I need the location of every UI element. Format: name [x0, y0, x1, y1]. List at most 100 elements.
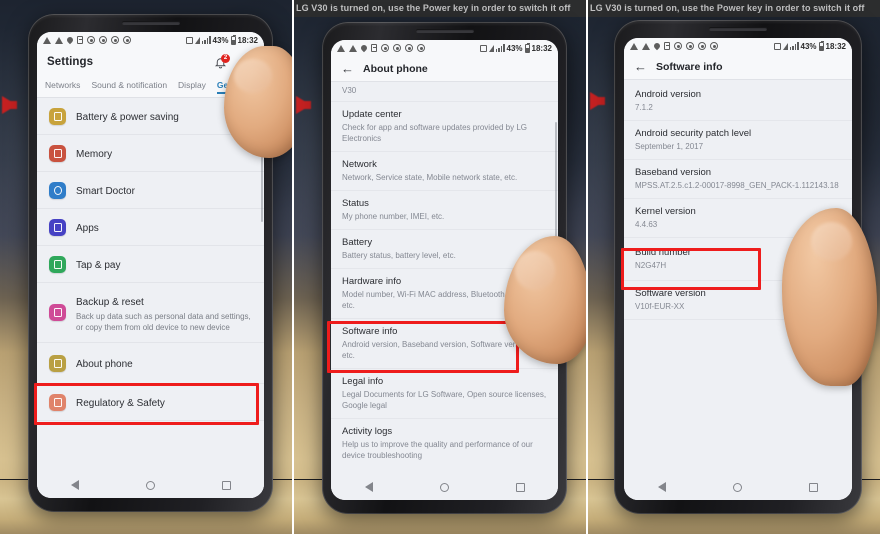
list-item-backup-reset[interactable]: Backup & reset Back up data such as pers…: [37, 283, 264, 343]
notification-badge: 2: [221, 53, 230, 63]
regulatory-safety-tile-icon: [49, 394, 66, 411]
clock-label: 18:32: [531, 43, 552, 53]
warning-triangle-icon: [55, 36, 63, 44]
recents-nav-button[interactable]: [221, 480, 231, 490]
list-item-label: Tap & pay: [76, 260, 121, 271]
list-item-sublabel: Legal Documents for LG Software, Open so…: [342, 390, 547, 410]
status-bar: 43% 18:32: [37, 32, 264, 48]
battery-icon: [818, 40, 824, 51]
sim-card-icon: [77, 36, 83, 44]
signal-bars-icon: [201, 36, 211, 44]
list-item-memory[interactable]: Memory: [37, 135, 264, 172]
nfc-icon: [488, 44, 494, 52]
software-info-app-bar: ← Software info: [624, 54, 852, 80]
list-item-value: September 1, 2017: [635, 142, 704, 151]
home-nav-button[interactable]: [439, 482, 449, 492]
navigation-bar: [624, 474, 852, 500]
vibrate-icon: [773, 42, 781, 50]
red-arrow-pointer: [590, 92, 605, 110]
eye-icon: [381, 44, 389, 52]
about-phone-tile-icon: [49, 355, 66, 372]
eye-icon: [123, 36, 131, 44]
warning-triangle-icon: [43, 36, 51, 44]
list-item-about-phone[interactable]: About phone: [37, 343, 264, 384]
tab-sound-notification[interactable]: Sound & notification: [91, 80, 167, 94]
back-nav-button[interactable]: [364, 482, 373, 492]
list-item-label: Android security patch level: [635, 128, 752, 139]
back-nav-button[interactable]: [70, 480, 79, 490]
page-title: About phone: [363, 62, 428, 75]
panel-software-info: LG V30 is turned on, use the Power key i…: [588, 0, 880, 534]
eye-icon: [87, 36, 95, 44]
list-item-sublabel: Back up data such as personal data and s…: [76, 312, 251, 332]
memory-tile-icon: [49, 145, 66, 162]
list-item-update-center[interactable]: Update center Check for app and software…: [331, 102, 558, 152]
warning-triangle-icon: [349, 44, 357, 52]
earpiece-speaker: [709, 27, 767, 31]
home-nav-button[interactable]: [145, 480, 155, 490]
eye-icon: [99, 36, 107, 44]
eye-icon: [405, 44, 413, 52]
device-name-label: V30: [342, 86, 357, 95]
device-name-row: V30: [331, 82, 558, 102]
list-item-label: Activity logs: [342, 426, 393, 437]
notifications-icon[interactable]: 2: [214, 53, 230, 69]
list-item-label: Apps: [76, 223, 99, 234]
location-pin-icon: [359, 43, 369, 53]
list-item-sublabel: Check for app and software updates provi…: [342, 123, 527, 143]
list-item-legal-info[interactable]: Legal info Legal Documents for LG Softwa…: [331, 369, 558, 419]
eye-icon: [674, 42, 682, 50]
list-item-label: Network: [342, 159, 377, 170]
overlay-instruction-strip: LG V30 is turned on, use the Power key i…: [588, 0, 880, 17]
recents-nav-button[interactable]: [515, 482, 525, 492]
list-item-activity-logs[interactable]: Activity logs Help us to improve the qua…: [331, 419, 558, 468]
list-item-security-patch[interactable]: Android security patch level September 1…: [624, 121, 852, 160]
tap-and-pay-tile-icon: [49, 256, 66, 273]
back-nav-button[interactable]: [657, 482, 666, 492]
list-item-value: 7.1.2: [635, 103, 653, 112]
warning-triangle-icon: [630, 42, 638, 50]
tab-networks[interactable]: Networks: [45, 80, 80, 94]
warning-triangle-icon: [642, 42, 650, 50]
list-item-tap-and-pay[interactable]: Tap & pay: [37, 246, 264, 283]
list-item-value: MPSS.AT.2.5.c1.2-00017-8998_GEN_PACK-1.1…: [635, 181, 839, 190]
battery-icon: [230, 34, 236, 45]
battery-tile-icon: [49, 108, 66, 125]
back-arrow-icon[interactable]: ←: [341, 62, 354, 75]
vibrate-icon: [479, 44, 487, 52]
list-item-smart-doctor[interactable]: Smart Doctor: [37, 172, 264, 209]
status-bar: 43% 18:32: [624, 38, 852, 54]
list-item-status[interactable]: Status My phone number, IMEI, etc.: [331, 191, 558, 230]
list-item-label: Android version: [635, 89, 702, 100]
tab-display[interactable]: Display: [178, 80, 206, 94]
nfc-icon: [782, 42, 788, 50]
list-item-regulatory-safety[interactable]: Regulatory & Safety: [37, 384, 264, 421]
status-bar: 43% 18:32: [331, 40, 558, 56]
sim-card-icon: [664, 42, 670, 50]
location-pin-icon: [652, 41, 662, 51]
list-item-label: Battery: [342, 237, 373, 248]
list-item-network[interactable]: Network Network, Service state, Mobile n…: [331, 152, 558, 191]
list-item-baseband-version[interactable]: Baseband version MPSS.AT.2.5.c1.2-00017-…: [624, 160, 852, 199]
list-item-label: Regulatory & Safety: [76, 398, 165, 409]
warning-triangle-icon: [337, 44, 345, 52]
list-item-label: Backup & reset: [76, 297, 144, 308]
page-title: Settings: [47, 56, 94, 68]
clock-label: 18:32: [237, 35, 258, 45]
settings-app-bar: Settings 2: [37, 48, 264, 76]
red-arrow-pointer: [296, 96, 311, 114]
list-item-apps[interactable]: Apps: [37, 209, 264, 246]
overlay-instruction-strip: LG V30 is turned on, use the Power key i…: [294, 0, 586, 17]
back-arrow-icon[interactable]: ←: [634, 60, 647, 73]
page-title: Software info: [656, 60, 723, 73]
list-item-label: Status: [342, 198, 369, 209]
clock-label: 18:32: [825, 41, 846, 51]
vibrate-icon: [185, 36, 193, 44]
home-nav-button[interactable]: [732, 482, 742, 492]
earpiece-speaker: [121, 21, 180, 25]
red-arrow-pointer: [2, 96, 17, 114]
battery-percent-label: 43%: [506, 43, 523, 53]
list-item-android-version[interactable]: Android version 7.1.2: [624, 80, 852, 121]
list-item-label: Baseband version: [635, 167, 712, 178]
recents-nav-button[interactable]: [809, 482, 819, 492]
